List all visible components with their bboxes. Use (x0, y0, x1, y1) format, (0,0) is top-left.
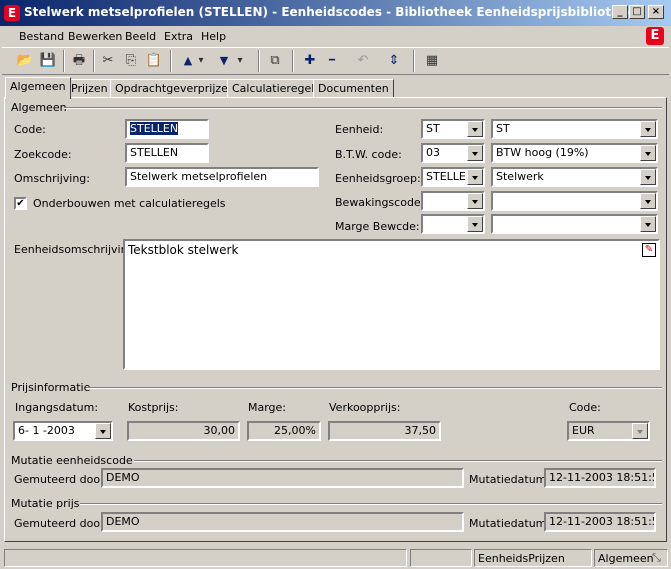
layout-icon[interactable]: ▦ (421, 51, 443, 71)
chevron-down-icon[interactable]: ▾ (196, 51, 206, 71)
gemuteerd-door-field: DEMO (101, 468, 464, 488)
menu-extra[interactable]: Extra (164, 30, 193, 43)
resize-grip-icon[interactable]: ⤡ (652, 551, 661, 565)
omschrijving-label: Omschrijving: (14, 172, 90, 185)
code-input-value: STELLEN (130, 122, 179, 135)
app-logo-icon[interactable]: E (4, 5, 20, 21)
print-icon[interactable]: 🖶 (68, 51, 90, 71)
btw-label: B.T.W. code: (335, 148, 402, 161)
open-icon[interactable]: 📂 (14, 51, 36, 71)
gemuteerd-door-field: DEMO (101, 512, 464, 532)
chevron-down-icon[interactable] (640, 145, 656, 161)
toolbar-separator (413, 50, 415, 72)
code-input[interactable]: STELLEN (125, 119, 209, 139)
eenheidsgroep-label: Eenheidsgroep: (335, 172, 421, 185)
omschrijving-input[interactable]: Stelwerk metselprofielen (125, 167, 319, 187)
minus-icon[interactable]: ━ (321, 51, 343, 71)
btw-desc-select[interactable]: BTW hoog (19%) (491, 143, 658, 163)
group-label-prijsinformatie: Prijsinformatie (11, 381, 91, 394)
copy-icon[interactable]: ⎘ (120, 51, 142, 71)
minimize-button[interactable]: _ (612, 5, 628, 19)
brand-logo: E (646, 27, 664, 45)
toolbar-separator (258, 50, 260, 72)
status-panel-main (4, 549, 407, 567)
menu-help[interactable]: Help (201, 30, 226, 43)
menu-beeld[interactable]: Beeld (125, 30, 156, 43)
menu-bestand[interactable]: Bestand (19, 30, 64, 43)
code-label: Code: (14, 123, 46, 136)
marge-bewcde-desc-select[interactable] (491, 214, 658, 234)
undo-icon[interactable]: ↶ (352, 51, 374, 71)
tab-opdrachtgeverprijzen[interactable]: Opdrachtgeverprijzen (110, 79, 240, 98)
cut-icon[interactable]: ✂ (97, 51, 119, 71)
mutatiedatum-label: Mutatiedatum: (469, 473, 551, 486)
tab-calculatieregels[interactable]: Calculatieregels (227, 79, 326, 98)
eenheidsgroep-desc-select[interactable]: Stelwerk (491, 167, 658, 187)
eenheidsomschrijving-textarea[interactable]: Tekstblok stelwerk (123, 239, 660, 370)
status-panel-module: EenheidsPrijzen (474, 549, 592, 567)
toolbar-separator (170, 50, 172, 72)
verkoopprijs-field: 37,50 (328, 421, 441, 441)
ingangsdatum-label: Ingangsdatum: (15, 401, 99, 414)
refresh-icon[interactable]: ⇕ (383, 51, 405, 71)
status-panel-empty (410, 549, 472, 567)
plus-icon[interactable]: ✚ (299, 51, 321, 71)
verkoopprijs-label: Verkoopprijs: (329, 401, 401, 414)
chevron-down-icon[interactable] (95, 423, 111, 439)
marge-label: Marge: (248, 401, 287, 414)
toolbar-separator (292, 50, 294, 72)
onderbouwen-label: Onderbouwen met calculatieregels (33, 197, 226, 210)
gemuteerd-door-label: Gemuteerd door: (14, 473, 109, 486)
close-button[interactable]: × (648, 5, 664, 19)
chevron-down-icon[interactable]: ▾ (235, 51, 245, 71)
chevron-down-icon[interactable] (467, 193, 483, 209)
tab-documenten[interactable]: Documenten (313, 79, 394, 98)
kostprijs-label: Kostprijs: (128, 401, 179, 414)
valuta-code-label: Code: (569, 401, 601, 414)
eenheid-label: Eenheid: (335, 123, 384, 136)
edit-text-icon[interactable]: ✎ (642, 243, 656, 257)
eenheidsomschrijving-label: Eenheidsomschrijving: (14, 243, 139, 256)
chevron-down-icon[interactable] (640, 193, 656, 209)
menu-bewerken[interactable]: Bewerken (68, 30, 122, 43)
marge-field: 25,00% (247, 421, 321, 441)
zoekcode-label: Zoekcode: (14, 148, 72, 161)
copy-record-icon[interactable]: ⧉ (264, 51, 286, 71)
zoekcode-input[interactable]: STELLEN (125, 143, 209, 163)
chevron-down-icon[interactable] (640, 169, 656, 185)
group-divider (134, 460, 662, 462)
save-icon[interactable]: 💾 (37, 51, 59, 71)
maximize-button[interactable]: □ (629, 5, 645, 19)
chevron-down-icon (632, 423, 648, 439)
onderbouwen-checkbox[interactable]: ✔ (14, 197, 27, 210)
tab-prijzen[interactable]: Prijzen (66, 79, 113, 98)
group-label-algemeen: Algemeen (11, 101, 67, 114)
bewakingscode-desc-select[interactable] (491, 191, 658, 211)
eenheid-desc-select[interactable]: ST (491, 119, 658, 139)
chevron-down-icon[interactable] (467, 169, 483, 185)
chevron-down-icon[interactable] (467, 121, 483, 137)
group-divider (64, 107, 662, 109)
group-label-mutatie-prijs: Mutatie prijs (11, 497, 80, 510)
kostprijs-field: 30,00 (127, 421, 240, 441)
chevron-down-icon[interactable] (467, 216, 483, 232)
group-label-mutatie-eenheidscode: Mutatie eenheidscode (11, 454, 133, 467)
group-divider (80, 503, 662, 505)
group-divider (86, 387, 662, 389)
bewakingscode-label: Bewakingscode: (335, 196, 425, 209)
toolbar-separator (63, 50, 65, 72)
gemuteerd-door-label: Gemuteerd door: (14, 517, 109, 530)
paste-icon[interactable]: 📋 (143, 51, 165, 71)
marge-bewcde-label: Marge Bewcde: (335, 220, 420, 233)
chevron-down-icon[interactable] (467, 145, 483, 161)
toolbar-separator (93, 50, 95, 72)
chevron-down-icon[interactable] (640, 216, 656, 232)
mutatiedatum-label: Mutatiedatum: (469, 517, 551, 530)
mutatiedatum-field: 12-11-2003 18:51:53 (544, 468, 656, 488)
window-title: Stelwerk metselprofielen (STELLEN) - Een… (24, 5, 644, 19)
tab-algemeen[interactable]: Algemeen (5, 77, 71, 99)
chevron-down-icon[interactable] (640, 121, 656, 137)
arrow-down-icon[interactable]: ▼ (213, 51, 235, 71)
mutatiedatum-field: 12-11-2003 18:51:53 (544, 512, 656, 532)
